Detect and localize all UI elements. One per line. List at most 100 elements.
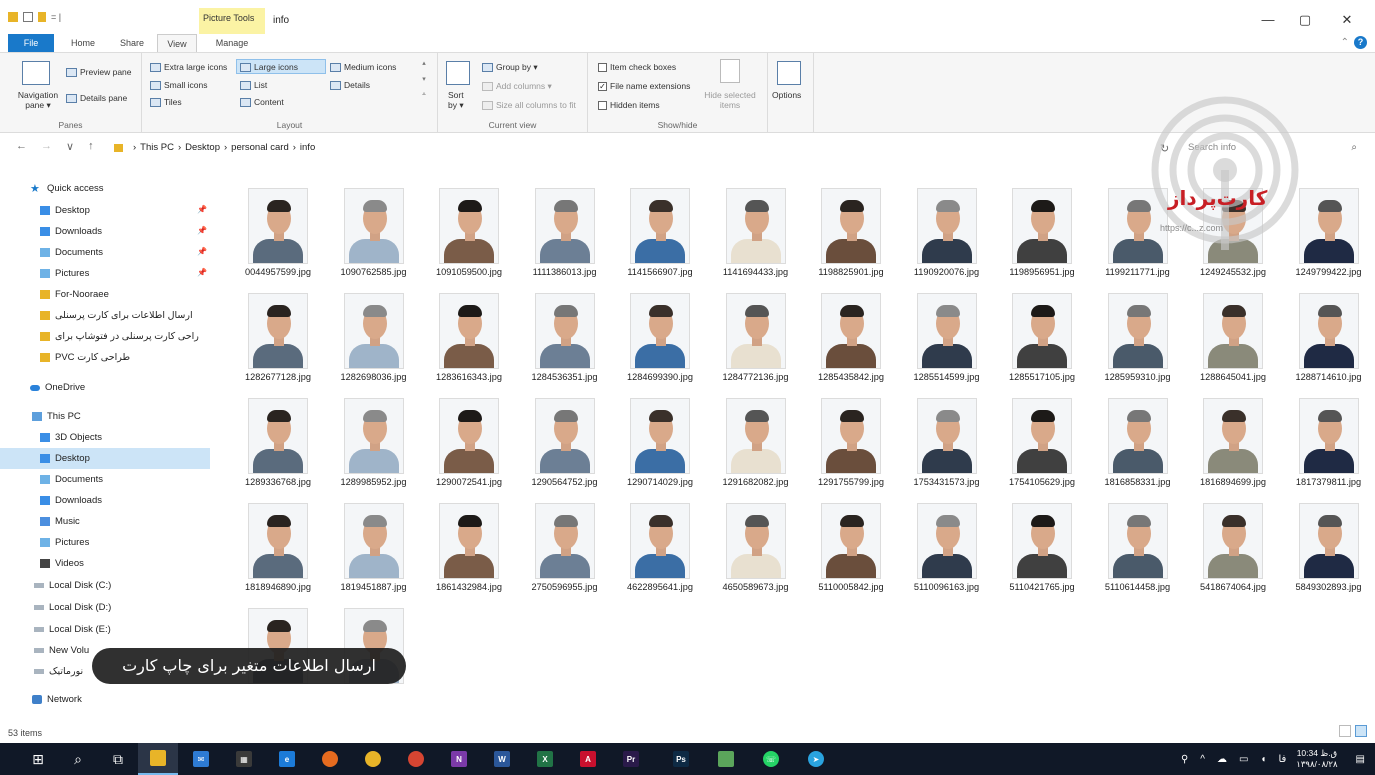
file-item[interactable]: 4622895641.jpg xyxy=(614,489,706,595)
list-option[interactable]: List xyxy=(240,80,267,90)
sidebar-item-onedrive[interactable]: OneDrive xyxy=(0,377,210,398)
up-arrow-icon[interactable]: ↑ xyxy=(88,140,94,153)
properties-icon[interactable] xyxy=(23,12,33,22)
volume-icon[interactable]: ◖ xyxy=(1260,754,1266,765)
qat-customize[interactable]: = | xyxy=(51,12,61,22)
file-item[interactable]: 1288714610.jpg xyxy=(1283,279,1375,385)
recent-locations-icon[interactable]: ∨ xyxy=(66,140,74,153)
file-item[interactable]: 1290714029.jpg xyxy=(614,384,706,490)
details-pane-button[interactable]: Details pane xyxy=(66,93,127,103)
extra-large-icons-option[interactable]: Extra large icons xyxy=(150,62,227,72)
content-option[interactable]: Content xyxy=(240,97,284,107)
collapse-ribbon-icon[interactable]: ⌃ xyxy=(1341,37,1349,48)
sort-by-icon[interactable] xyxy=(446,61,470,85)
sort-by-button[interactable]: Sort by ▾ xyxy=(448,90,470,110)
file-item[interactable]: 1141694433.jpg xyxy=(710,174,802,280)
taskbar-excel-button[interactable]: X xyxy=(525,743,565,775)
people-icon[interactable]: ⚲ xyxy=(1181,754,1188,765)
file-item[interactable]: 5110421765.jpg xyxy=(996,489,1088,595)
taskbar-photoshop-button[interactable]: Ps xyxy=(661,743,701,775)
sidebar-item-local-disk-e[interactable]: Local Disk (E:) xyxy=(0,619,210,640)
pin-icon[interactable]: 📌 xyxy=(197,226,207,235)
tab-view[interactable]: View xyxy=(157,34,197,52)
file-item[interactable]: 1818946890.jpg xyxy=(232,489,324,595)
forward-arrow-icon[interactable]: → xyxy=(41,140,52,153)
minimize-button[interactable]: — xyxy=(1258,12,1278,27)
hidden-items-checkbox[interactable] xyxy=(598,100,607,110)
taskbar-premiere-button[interactable]: Pr xyxy=(611,743,651,775)
sidebar-item-quick-access[interactable]: ★ Quick access xyxy=(30,178,210,199)
file-item[interactable]: 1198825901.jpg xyxy=(805,174,897,280)
file-item[interactable] xyxy=(232,594,324,700)
breadcrumb-info[interactable]: info xyxy=(300,142,315,153)
cloud-icon[interactable]: ☁ xyxy=(1217,754,1227,765)
file-extensions-checkbox[interactable]: ✓ xyxy=(598,81,607,91)
network-icon[interactable]: ▭ xyxy=(1239,754,1248,765)
file-item[interactable]: 1285514599.jpg xyxy=(901,279,993,385)
file-item[interactable]: 1282698036.jpg xyxy=(328,279,420,385)
tab-file[interactable]: File xyxy=(8,34,54,52)
preview-pane-button[interactable]: Preview pane xyxy=(66,67,132,77)
taskbar-firefox-button[interactable] xyxy=(310,743,350,775)
breadcrumb-personal-card[interactable]: personal card xyxy=(231,142,289,153)
taskbar-word-button[interactable]: W xyxy=(482,743,522,775)
file-item[interactable]: 1285959310.jpg xyxy=(1092,279,1184,385)
file-item[interactable]: 1282677128.jpg xyxy=(232,279,324,385)
pin-icon[interactable]: 📌 xyxy=(197,268,207,277)
breadcrumb-separator[interactable]: › xyxy=(133,142,136,153)
show-hidden-icons-icon[interactable]: ^ xyxy=(1200,754,1205,765)
taskbar-chrome-button[interactable] xyxy=(353,743,393,775)
breadcrumb-desktop[interactable]: Desktop xyxy=(185,142,220,153)
tab-share[interactable]: Share xyxy=(112,34,152,52)
taskbar-calculator-button[interactable]: ▦ xyxy=(224,743,264,775)
file-item[interactable]: 1090762585.jpg xyxy=(328,174,420,280)
taskbar-edge-button[interactable]: e xyxy=(267,743,307,775)
search-input[interactable]: Search info ⌕ xyxy=(1180,138,1365,157)
sidebar-item-desktop[interactable]: Desktop xyxy=(0,448,210,469)
file-item[interactable]: 1285435842.jpg xyxy=(805,279,897,385)
sidebar-item-documents-qa[interactable]: Documents 📌 xyxy=(0,242,210,263)
taskbar-chrome-alt-button[interactable] xyxy=(396,743,436,775)
notifications-icon[interactable]: ▤ xyxy=(1356,754,1365,765)
breadcrumb-separator[interactable]: › xyxy=(178,142,181,153)
sidebar-item-network[interactable]: Network xyxy=(0,689,210,710)
file-item[interactable]: 1754105629.jpg xyxy=(996,384,1088,490)
taskbar-search-button[interactable]: ⌕ xyxy=(58,743,98,775)
taskbar-whatsapp-button[interactable]: ☏ xyxy=(751,743,791,775)
maximize-button[interactable]: ▢ xyxy=(1295,12,1315,28)
file-item[interactable]: 1291682082.jpg xyxy=(710,384,802,490)
refresh-icon[interactable]: ↻ xyxy=(1160,142,1169,155)
file-item[interactable]: 2750596955.jpg xyxy=(519,489,611,595)
clock[interactable]: 10:34 ق.ظ ۱۳۹۸/۰۸/۲۸ xyxy=(1296,748,1337,770)
item-checkboxes-toggle[interactable]: Item check boxes xyxy=(598,62,676,72)
sidebar-item-folder-1[interactable]: ارسال اطلاعات برای کارت پرسنلی xyxy=(0,305,210,326)
file-item[interactable]: 1290072541.jpg xyxy=(423,384,515,490)
taskbar-file-explorer-button[interactable] xyxy=(138,743,178,775)
hidden-items-toggle[interactable]: Hidden items xyxy=(598,100,660,110)
sidebar-item-local-disk-c[interactable]: Local Disk (C:) xyxy=(0,575,210,596)
sidebar-item-folder-3[interactable]: PVC طراحی کارت xyxy=(0,347,210,368)
sidebar-item-downloads-qa[interactable]: Downloads 📌 xyxy=(0,221,210,242)
file-item[interactable]: 1284699390.jpg xyxy=(614,279,706,385)
breadcrumb-this-pc[interactable]: This PC xyxy=(140,142,174,153)
file-item[interactable]: 1198956951.jpg xyxy=(996,174,1088,280)
sidebar-item-this-pc[interactable]: This PC xyxy=(0,406,210,427)
file-item[interactable]: 1816858331.jpg xyxy=(1092,384,1184,490)
file-item[interactable]: 1283616343.jpg xyxy=(423,279,515,385)
navigation-pane-button[interactable]: Navigation pane ▾ xyxy=(12,90,64,110)
sidebar-item-videos[interactable]: Videos xyxy=(0,553,210,574)
sidebar-item-pictures-qa[interactable]: Pictures 📌 xyxy=(0,263,210,284)
item-checkboxes-checkbox[interactable] xyxy=(598,62,607,72)
file-item[interactable]: 1289985952.jpg xyxy=(328,384,420,490)
file-item[interactable]: 1817379811.jpg xyxy=(1283,384,1375,490)
taskbar-onenote-button[interactable]: N xyxy=(439,743,479,775)
help-icon[interactable]: ? xyxy=(1354,36,1367,49)
options-icon[interactable] xyxy=(777,61,801,85)
sidebar-item-folder-2[interactable]: راحی کارت پرسنلی در فتوشاپ برای xyxy=(0,326,210,347)
file-item[interactable]: 1249799422.jpg xyxy=(1283,174,1375,280)
details-option[interactable]: Details xyxy=(330,80,370,90)
file-item[interactable]: 1091059500.jpg xyxy=(423,174,515,280)
sidebar-item-local-disk-d[interactable]: Local Disk (D:) xyxy=(0,597,210,618)
file-item[interactable]: 1285517105.jpg xyxy=(996,279,1088,385)
navigation-pane-icon[interactable] xyxy=(22,61,50,85)
